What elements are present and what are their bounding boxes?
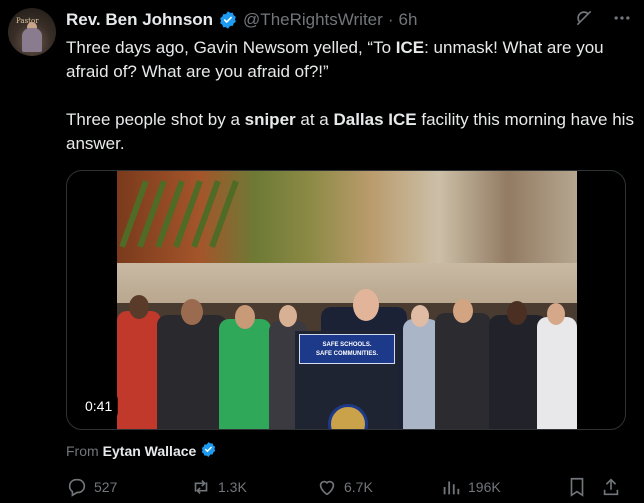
tweet-paragraph-1: Three days ago, Gavin Newsom yelled, “To…: [66, 38, 604, 81]
verified-icon: [200, 441, 217, 461]
views-count: 196K: [468, 479, 501, 495]
avatar-figure: [22, 28, 42, 52]
repost-count: 1.3K: [218, 479, 247, 495]
attribution-prefix: From: [66, 443, 99, 459]
video-frame[interactable]: SAFE SCHOOLS. SAFE COMMUNITIES.: [117, 171, 577, 429]
podium-sign: SAFE SCHOOLS. SAFE COMMUNITIES.: [299, 334, 395, 364]
like-count: 6.7K: [344, 479, 373, 495]
tweet-paragraph-2: Three people shot by a sniper at a Dalla…: [66, 110, 634, 153]
timestamp[interactable]: 6h: [398, 10, 417, 30]
avatar[interactable]: Pastor: [8, 8, 56, 56]
author-handle[interactable]: @TheRightsWriter: [243, 10, 383, 30]
share-icon: [600, 476, 622, 498]
mural-background: [117, 171, 577, 263]
bookmark-button[interactable]: [566, 476, 588, 498]
like-button[interactable]: 6.7K: [316, 476, 373, 498]
views-button[interactable]: 196K: [440, 476, 501, 498]
grok-icon[interactable]: [574, 8, 594, 28]
tweet-header: Rev. Ben Johnson @TheRightsWriter · 6h: [66, 9, 417, 31]
video-duration: 0:41: [79, 395, 119, 417]
reply-button[interactable]: 527: [66, 476, 117, 498]
author-name[interactable]: Rev. Ben Johnson: [66, 10, 213, 30]
action-bar: 527 1.3K 6.7K 196K: [66, 476, 636, 500]
reply-count: 527: [94, 479, 118, 495]
video-player[interactable]: SAFE SCHOOLS. SAFE COMMUNITIES. 0:41: [66, 170, 626, 430]
video-attribution: From Eytan Wallace: [66, 441, 217, 461]
like-icon: [316, 476, 338, 498]
top-right-icons: [574, 8, 632, 28]
bookmark-icon: [566, 476, 588, 498]
repost-button[interactable]: 1.3K: [190, 476, 247, 498]
share-button[interactable]: [600, 476, 622, 498]
tweet-text: Three days ago, Gavin Newsom yelled, “To…: [66, 36, 636, 180]
attribution-name[interactable]: Eytan Wallace: [103, 443, 197, 459]
views-icon: [440, 476, 462, 498]
more-icon[interactable]: [612, 8, 632, 28]
reply-icon: [66, 476, 88, 498]
repost-icon: [190, 476, 212, 498]
verified-icon[interactable]: [218, 10, 238, 30]
separator-dot: ·: [387, 10, 394, 29]
